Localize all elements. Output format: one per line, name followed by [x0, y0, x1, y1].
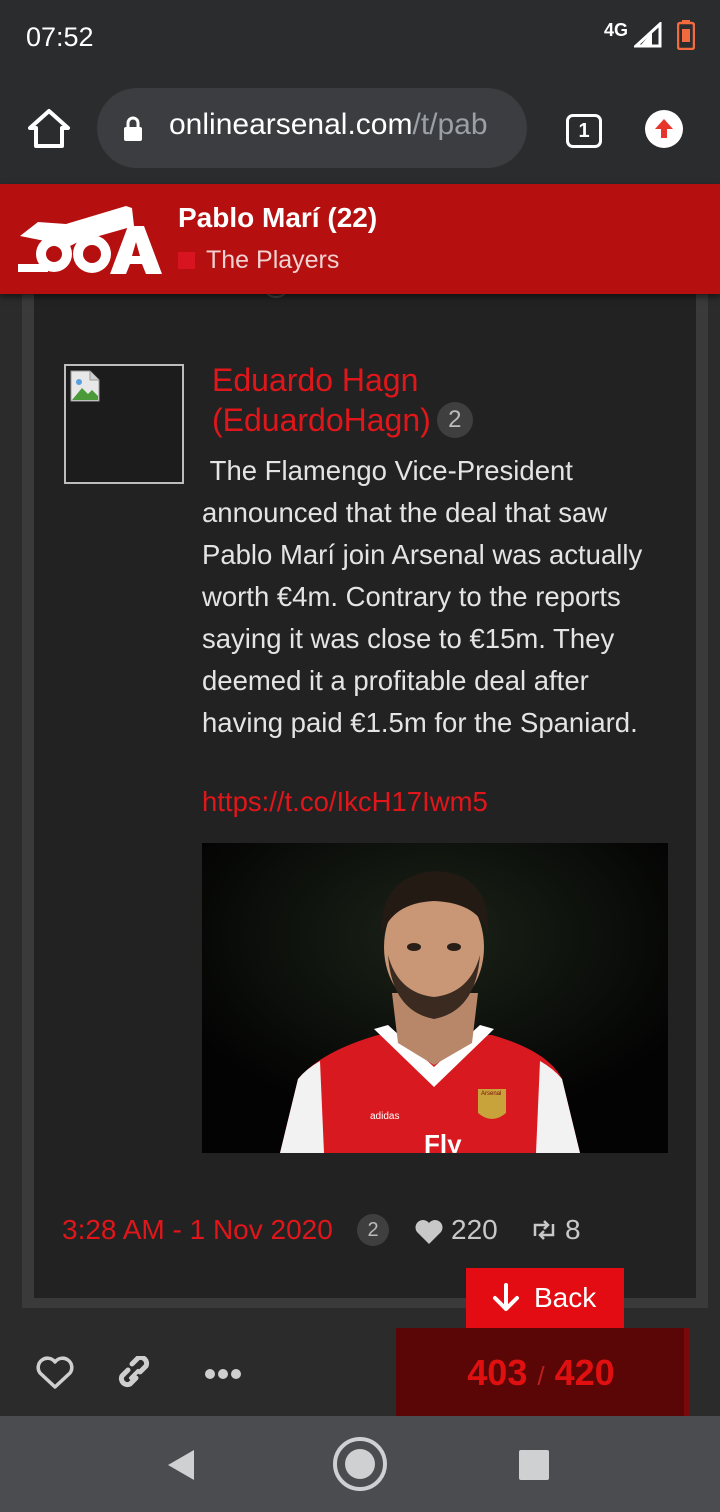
tweet-timestamp[interactable]: 3:28 AM - 1 Nov 2020	[62, 1214, 333, 1246]
url-path: /t/pab	[412, 108, 488, 141]
jersey-brand-text: adidas	[370, 1111, 399, 1122]
author-avatar[interactable]	[64, 364, 184, 484]
browser-toolbar: onlinearsenal.com/t/pab 1	[0, 72, 720, 184]
timestamp-badge: 2	[357, 1214, 389, 1246]
arrow-down-icon	[493, 1283, 519, 1311]
nav-back-icon[interactable]	[166, 1448, 196, 1482]
category-color-swatch	[178, 252, 195, 269]
status-bar: 07:52 4G	[0, 0, 720, 72]
heart-icon	[415, 1220, 443, 1244]
category-link[interactable]: The Players	[206, 246, 339, 275]
jersey-sponsor-text: Fly	[424, 1129, 462, 1153]
tweet-link[interactable]: https://t.co/IkcH17Iwm5	[202, 786, 488, 818]
more-options-icon[interactable]	[204, 1368, 242, 1380]
battery-icon	[677, 20, 695, 50]
like-heart-icon[interactable]	[36, 1356, 74, 1390]
progress-separator: /	[537, 1361, 545, 1391]
broken-image-icon	[70, 370, 100, 402]
system-navigation-bar	[0, 1416, 720, 1512]
likes-count: 220	[451, 1214, 498, 1245]
topic-title[interactable]: Pablo Marí (22)	[178, 202, 377, 234]
tweet-text: The Flamengo Vice-President announced th…	[202, 455, 643, 738]
topic-progress[interactable]: 403 / 420	[396, 1328, 690, 1416]
share-link-icon[interactable]	[114, 1356, 154, 1392]
site-logo[interactable]	[18, 202, 164, 276]
progress-current: 403	[467, 1352, 528, 1393]
progress-text: 403 / 420	[396, 1352, 686, 1394]
topic-action-bar: 403 / 420	[0, 1328, 720, 1416]
post-stream: Eduardo Hagn (EduardoHagn) 2 The Flamengo…	[0, 294, 720, 1414]
tweet-meta: 3:28 AM - 1 Nov 2020 2 220 8	[62, 1210, 662, 1250]
status-time: 07:52	[26, 22, 94, 52]
nav-recents-icon[interactable]	[519, 1450, 549, 1480]
back-button-label: Back	[534, 1282, 597, 1313]
address-bar[interactable]: onlinearsenal.com/t/pab	[97, 88, 527, 168]
url-domain: onlinearsenal.com	[169, 108, 413, 141]
arrow-up-icon	[655, 119, 673, 138]
network-type: 4G	[604, 20, 629, 40]
home-icon[interactable]	[26, 106, 72, 152]
url-text: onlinearsenal.com/t/pab	[169, 108, 488, 142]
jersey-crest-text: Arsenal	[481, 1091, 501, 1097]
retweet-icon	[533, 1220, 555, 1240]
signal-icon	[634, 22, 662, 48]
author-handle[interactable]: (EduardoHagn)	[212, 402, 431, 438]
lock-icon	[124, 116, 142, 141]
tweet-image[interactable]: Fly adidas Arsenal	[202, 843, 668, 1153]
author-name[interactable]: Eduardo Hagn (EduardoHagn) 2	[212, 360, 502, 441]
site-header: Pablo Marí (22) The Players	[0, 184, 720, 294]
tab-switcher-button[interactable]: 1	[566, 114, 602, 148]
author-badge: 2	[436, 401, 473, 438]
nav-home-icon[interactable]	[332, 1436, 388, 1492]
back-button[interactable]: Back	[466, 1268, 624, 1328]
author-display-name[interactable]: Eduardo Hagn	[212, 360, 502, 400]
update-button[interactable]	[645, 110, 683, 148]
retweets-count: 8	[565, 1214, 581, 1245]
player-photo: Fly adidas Arsenal	[202, 843, 668, 1153]
progress-total: 420	[554, 1352, 615, 1393]
